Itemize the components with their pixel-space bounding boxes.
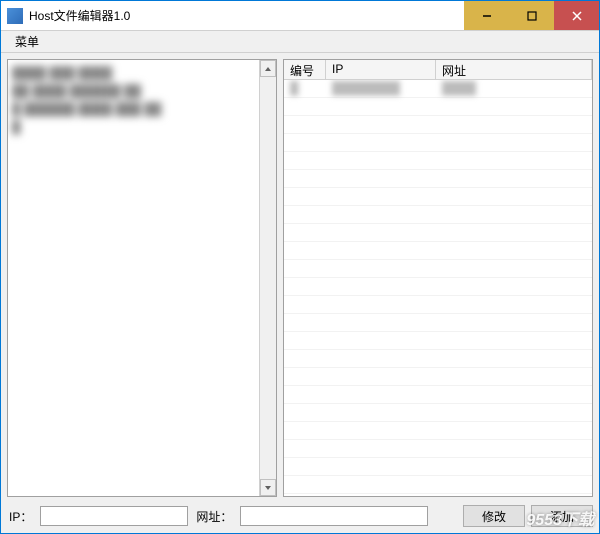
cell-ip: ████████ <box>326 80 436 97</box>
table-row[interactable] <box>284 242 592 260</box>
table-row[interactable] <box>284 296 592 314</box>
table-row[interactable] <box>284 314 592 332</box>
hosts-text-area[interactable]: ████ ███ ████ ██ ████ ██████ ██ █ ██████… <box>8 60 259 496</box>
url-label: 网址： <box>194 508 234 525</box>
minimize-button[interactable] <box>464 1 509 30</box>
menubar: 菜单 <box>1 31 599 53</box>
table-row[interactable] <box>284 98 592 116</box>
url-input[interactable] <box>240 506 428 526</box>
column-header-url[interactable]: 网址 <box>436 60 592 79</box>
table-row[interactable] <box>284 260 592 278</box>
left-panel: ████ ███ ████ ██ ████ ██████ ██ █ ██████… <box>7 59 277 497</box>
table-row[interactable] <box>284 188 592 206</box>
app-icon <box>7 8 23 24</box>
table-row[interactable] <box>284 332 592 350</box>
chevron-up-icon <box>264 66 272 72</box>
ip-label: IP： <box>7 508 34 525</box>
app-window: Host文件编辑器1.0 菜单 ████ ███ ████ ██ ████ ██… <box>0 0 600 534</box>
table-row[interactable] <box>284 440 592 458</box>
table-row[interactable] <box>284 350 592 368</box>
vertical-scrollbar[interactable] <box>259 60 276 496</box>
table-body[interactable]: █ ████████ ████ <box>284 80 592 496</box>
cell-number: █ <box>284 80 326 97</box>
close-icon <box>572 11 582 21</box>
table-row[interactable] <box>284 134 592 152</box>
table-row[interactable] <box>284 404 592 422</box>
blurred-text: ████ ███ ████ ██ ████ ██████ ██ █ ██████… <box>8 60 259 140</box>
cell-url: ████ <box>436 80 592 97</box>
bottom-bar: IP： 网址： 修改 添加 <box>7 497 593 527</box>
table-row[interactable] <box>284 170 592 188</box>
add-button[interactable]: 添加 <box>531 505 593 527</box>
table-row[interactable] <box>284 422 592 440</box>
table-row[interactable]: █ ████████ ████ <box>284 80 592 98</box>
table-row[interactable] <box>284 116 592 134</box>
scroll-down-button[interactable] <box>260 479 276 496</box>
window-title: Host文件编辑器1.0 <box>29 7 464 24</box>
maximize-button[interactable] <box>509 1 554 30</box>
ip-input[interactable] <box>40 506 188 526</box>
scroll-track[interactable] <box>260 77 276 479</box>
column-header-number[interactable]: 编号 <box>284 60 326 79</box>
table-row[interactable] <box>284 458 592 476</box>
close-button[interactable] <box>554 1 599 30</box>
table-header: 编号 IP 网址 <box>284 60 592 80</box>
modify-button[interactable]: 修改 <box>463 505 525 527</box>
window-controls <box>464 1 599 30</box>
content-area: ████ ███ ████ ██ ████ ██████ ██ █ ██████… <box>1 53 599 533</box>
table-row[interactable] <box>284 278 592 296</box>
table-row[interactable] <box>284 368 592 386</box>
table-row[interactable] <box>284 224 592 242</box>
chevron-down-icon <box>264 485 272 491</box>
right-panel: 编号 IP 网址 █ ████████ ████ <box>283 59 593 497</box>
menu-main[interactable]: 菜单 <box>7 31 47 52</box>
maximize-icon <box>527 11 537 21</box>
titlebar: Host文件编辑器1.0 <box>1 1 599 31</box>
table-row[interactable] <box>284 476 592 494</box>
column-header-ip[interactable]: IP <box>326 60 436 79</box>
minimize-icon <box>482 11 492 21</box>
scroll-up-button[interactable] <box>260 60 276 77</box>
table-row[interactable] <box>284 206 592 224</box>
table-row[interactable] <box>284 152 592 170</box>
table-row[interactable] <box>284 386 592 404</box>
main-panels: ████ ███ ████ ██ ████ ██████ ██ █ ██████… <box>7 59 593 497</box>
